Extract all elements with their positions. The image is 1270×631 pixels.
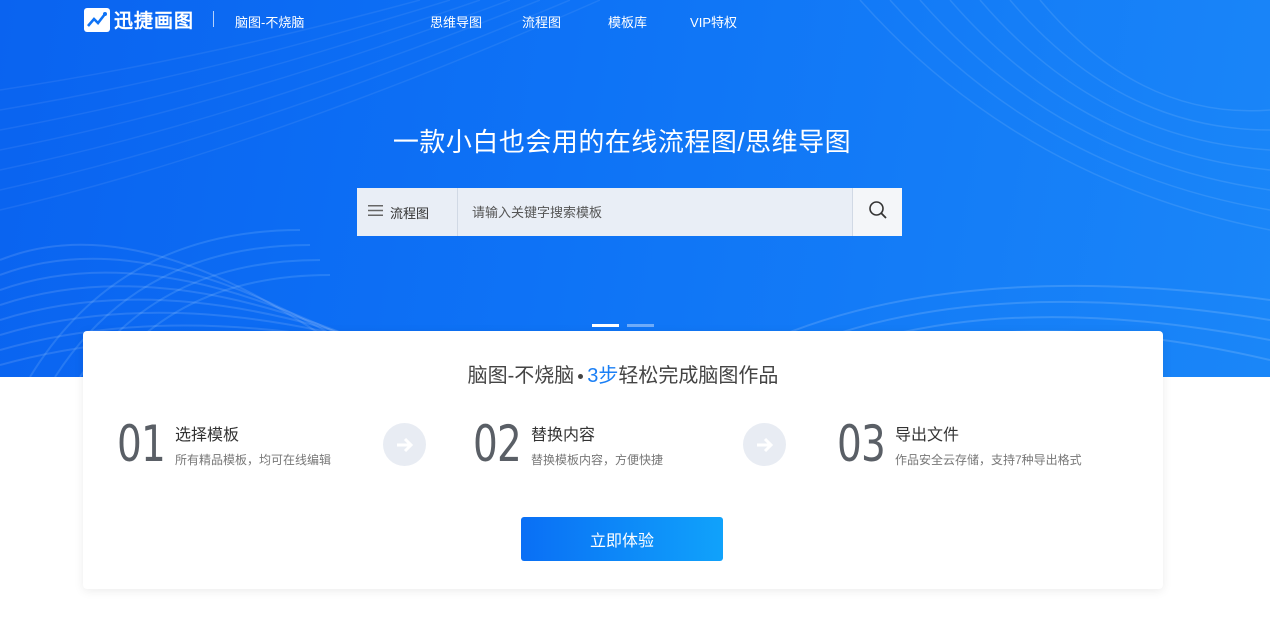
- arrow-right-icon: [383, 423, 426, 466]
- nav-divider: [213, 11, 214, 27]
- search-icon: [868, 200, 888, 225]
- nav-slogan: 脑图-不烧脑: [235, 15, 305, 30]
- search-input[interactable]: [458, 188, 852, 236]
- logo[interactable]: 迅捷画图: [84, 6, 194, 33]
- step-desc: 替换模板内容，方便快捷: [531, 452, 664, 467]
- hero-banner: 迅捷画图 脑图-不烧脑 思维导图 流程图 模板库 VIP特权 一款小白也会用的在…: [0, 0, 1270, 377]
- step-title: 选择模板: [175, 426, 240, 444]
- try-now-button[interactable]: 立即体验: [521, 517, 723, 561]
- search-bar: 流程图: [357, 188, 902, 236]
- card-title-number: 3步: [587, 365, 619, 387]
- search-type-select[interactable]: 流程图: [357, 188, 458, 236]
- step-number: 01: [117, 415, 166, 473]
- card-title-prefix: 脑图-不烧脑: [467, 365, 575, 387]
- step-1: 01 选择模板 所有精品模板，均可在线编辑: [117, 415, 331, 473]
- bullet-dot: [578, 374, 584, 380]
- step-2: 02 替换内容 替换模板内容，方便快捷: [473, 415, 663, 473]
- menu-lines-icon: [368, 203, 383, 221]
- step-number: 03: [837, 415, 886, 473]
- carousel-indicators: [592, 324, 662, 327]
- search-button[interactable]: [852, 188, 902, 236]
- nav-link-flowchart[interactable]: 流程图: [522, 12, 561, 31]
- step-text: 替换内容 替换模板内容，方便快捷: [531, 421, 663, 468]
- logo-text: 迅捷画图: [114, 11, 195, 32]
- carousel-dot-1[interactable]: [592, 324, 619, 327]
- steps-card: 脑图-不烧脑 3步轻松完成脑图作品 01 选择模板 所有精品模板，均可在线编辑 0…: [83, 331, 1163, 589]
- step-title: 替换内容: [531, 426, 596, 444]
- step-desc: 作品安全云存储，支持7种导出格式: [895, 452, 1082, 467]
- nav-links: 思维导图 流程图 模板库 VIP特权: [430, 12, 737, 31]
- nav-link-vip[interactable]: VIP特权: [690, 12, 737, 31]
- hero-title: 一款小白也会用的在线流程图/思维导图: [392, 127, 852, 157]
- card-title-suffix: 轻松完成脑图作品: [618, 365, 779, 387]
- step-title: 导出文件: [895, 426, 960, 444]
- step-3: 03 导出文件 作品安全云存储，支持7种导出格式: [837, 415, 1082, 473]
- top-nav: 迅捷画图 脑图-不烧脑 思维导图 流程图 模板库 VIP特权: [0, 0, 1270, 38]
- nav-link-templates[interactable]: 模板库: [608, 12, 647, 31]
- nav-link-mindmap[interactable]: 思维导图: [430, 12, 482, 31]
- steps-card-title: 脑图-不烧脑 3步轻松完成脑图作品: [83, 359, 1163, 388]
- step-text: 选择模板 所有精品模板，均可在线编辑: [175, 421, 331, 468]
- step-desc: 所有精品模板，均可在线编辑: [175, 452, 332, 467]
- step-number: 02: [473, 415, 522, 473]
- carousel-dot-2[interactable]: [627, 324, 654, 327]
- arrow-right-icon: [743, 423, 786, 466]
- step-text: 导出文件 作品安全云存储，支持7种导出格式: [895, 421, 1082, 468]
- logo-chart-icon: [84, 7, 110, 32]
- search-type-label: 流程图: [390, 205, 430, 221]
